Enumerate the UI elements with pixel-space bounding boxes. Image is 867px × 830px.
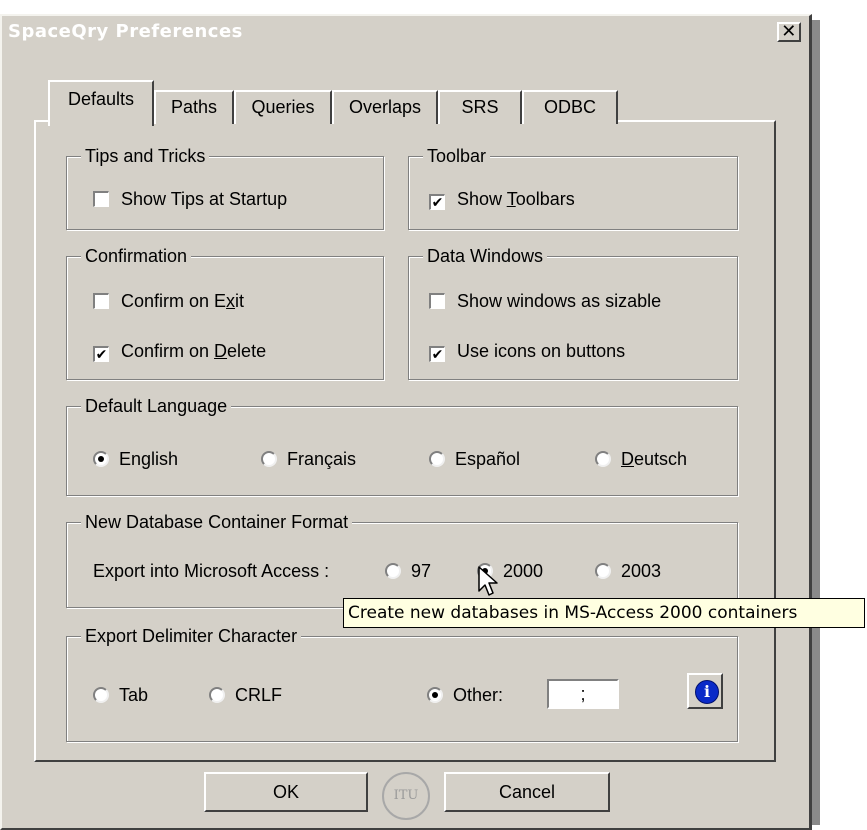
delimiter-other-label: Other: xyxy=(453,685,504,705)
icons-on-buttons-label: Use icons on buttons xyxy=(457,341,626,361)
language-english-label: English xyxy=(119,449,179,469)
spanish-radio-dot[interactable] xyxy=(429,451,445,467)
window-shadow xyxy=(812,20,820,825)
access-2003-radio-dot[interactable] xyxy=(595,563,611,579)
data-windows-group: Data Windows Show windows as sizable ✔ Us… xyxy=(408,244,738,380)
confirm-delete-label-post: elete xyxy=(227,341,267,361)
toolbar-group: Toolbar ✔ Show Toolbars xyxy=(408,144,738,230)
show-toolbars-label-post: oolbars xyxy=(515,189,575,209)
tab-defaults[interactable]: Defaults xyxy=(48,80,154,126)
other-delimiter-input[interactable]: ; xyxy=(547,679,619,709)
access-2003-label: 2003 xyxy=(621,561,662,581)
access-2003-radio[interactable]: 2003 xyxy=(595,559,661,583)
confirm-delete-check-box[interactable]: ✔ xyxy=(93,346,109,362)
dialog-title: SpaceQry Preferences xyxy=(8,21,243,42)
confirm-exit-checkbox[interactable]: Confirm on Exit xyxy=(93,289,244,313)
german-radio-dot[interactable] xyxy=(595,451,611,467)
tooltip: Create new databases in MS-Access 2000 c… xyxy=(343,598,865,628)
language-german-mnemonic: D xyxy=(621,449,634,469)
access-97-label: 97 xyxy=(411,561,432,581)
title-bar[interactable]: SpaceQry Preferences ✕ xyxy=(2,16,809,48)
show-toolbars-label-pre: Show xyxy=(457,189,507,209)
show-toolbars-label-mnemonic: T xyxy=(506,189,516,209)
confirm-exit-label-mnemonic: x xyxy=(226,291,236,311)
delimiter-other-radio[interactable]: Other: xyxy=(427,683,503,707)
confirm-exit-label-post: it xyxy=(235,291,245,311)
confirmation-group: Confirmation Confirm on Exit ✔ Confirm on… xyxy=(66,244,384,380)
language-legend: Default Language xyxy=(81,394,232,418)
language-german-label-rest: eutsch xyxy=(634,449,688,469)
english-radio-dot[interactable] xyxy=(93,451,109,467)
delimiter-tab-radio-dot[interactable] xyxy=(93,687,109,703)
delimiter-crlf-radio[interactable]: CRLF xyxy=(209,683,282,707)
delimiter-other-radio-dot[interactable] xyxy=(427,687,443,703)
delimiter-tab-label: Tab xyxy=(119,685,149,705)
tab-paths[interactable]: Paths xyxy=(154,90,234,124)
arrow-cursor-icon xyxy=(478,566,498,596)
language-french-label: Français xyxy=(287,449,357,469)
export-access-label: Export into Microsoft Access : xyxy=(93,561,330,581)
language-spanish-label: Español xyxy=(455,449,521,469)
tips-group: Tips and Tricks Show Tips at Startup xyxy=(66,144,384,230)
delimiter-crlf-radio-dot[interactable] xyxy=(209,687,225,703)
db-format-legend: New Database Container Format xyxy=(81,510,353,534)
icons-on-buttons-checkbox[interactable]: ✔ Use icons on buttons xyxy=(429,339,625,363)
confirmation-legend: Confirmation xyxy=(81,244,192,268)
access-97-radio-dot[interactable] xyxy=(385,563,401,579)
close-button[interactable]: ✕ xyxy=(777,22,801,42)
french-radio-dot[interactable] xyxy=(261,451,277,467)
info-icon: i xyxy=(695,680,719,704)
language-german-radio[interactable]: Deutsch xyxy=(595,447,687,471)
show-tips-checkbox[interactable]: Show Tips at Startup xyxy=(93,187,287,211)
tab-srs[interactable]: SRS xyxy=(438,90,522,124)
data-windows-legend: Data Windows xyxy=(423,244,548,268)
tab-queries[interactable]: Queries xyxy=(234,90,332,124)
show-toolbars-check-box[interactable]: ✔ xyxy=(429,194,445,210)
toolbar-legend: Toolbar xyxy=(423,144,491,168)
ok-button[interactable]: OK xyxy=(204,772,368,812)
show-toolbars-checkbox[interactable]: ✔ Show Toolbars xyxy=(429,187,575,211)
delimiter-legend: Export Delimiter Character xyxy=(81,624,302,648)
sizable-windows-checkbox[interactable]: Show windows as sizable xyxy=(429,289,661,313)
access-2000-label: 2000 xyxy=(503,561,544,581)
tab-odbc[interactable]: ODBC xyxy=(522,90,618,124)
confirm-exit-check-box[interactable] xyxy=(93,293,109,309)
info-button[interactable]: i xyxy=(687,673,723,709)
preferences-dialog: SpaceQry Preferences ✕ Defaults Paths Qu… xyxy=(0,14,812,830)
show-tips-label: Show Tips at Startup xyxy=(121,189,288,209)
icons-on-buttons-check-box[interactable]: ✔ xyxy=(429,346,445,362)
language-group: Default Language English Français Españo… xyxy=(66,394,738,496)
delimiter-tab-radio[interactable]: Tab xyxy=(93,683,148,707)
confirm-delete-checkbox[interactable]: ✔ Confirm on Delete xyxy=(93,339,266,363)
itu-logo: ITU xyxy=(382,772,430,820)
language-english-radio[interactable]: English xyxy=(93,447,178,471)
delimiter-group: Export Delimiter Character Tab CRLF Othe… xyxy=(66,624,738,742)
cancel-button[interactable]: Cancel xyxy=(444,772,610,812)
sizable-windows-check-box[interactable] xyxy=(429,293,445,309)
db-format-group: New Database Container Format Export int… xyxy=(66,510,738,608)
confirm-exit-label-pre: Confirm on E xyxy=(121,291,227,311)
tips-legend: Tips and Tricks xyxy=(81,144,210,168)
close-icon: ✕ xyxy=(781,21,797,42)
tab-overlaps[interactable]: Overlaps xyxy=(332,90,438,124)
confirm-delete-label-mnemonic: D xyxy=(214,341,228,361)
delimiter-crlf-label: CRLF xyxy=(235,685,283,705)
language-spanish-radio[interactable]: Español xyxy=(429,447,520,471)
language-french-radio[interactable]: Français xyxy=(261,447,356,471)
confirm-delete-label-pre: Confirm on xyxy=(121,341,215,361)
show-tips-check-box[interactable] xyxy=(93,191,109,207)
access-97-radio[interactable]: 97 xyxy=(385,559,431,583)
sizable-windows-label: Show windows as sizable xyxy=(457,291,662,311)
